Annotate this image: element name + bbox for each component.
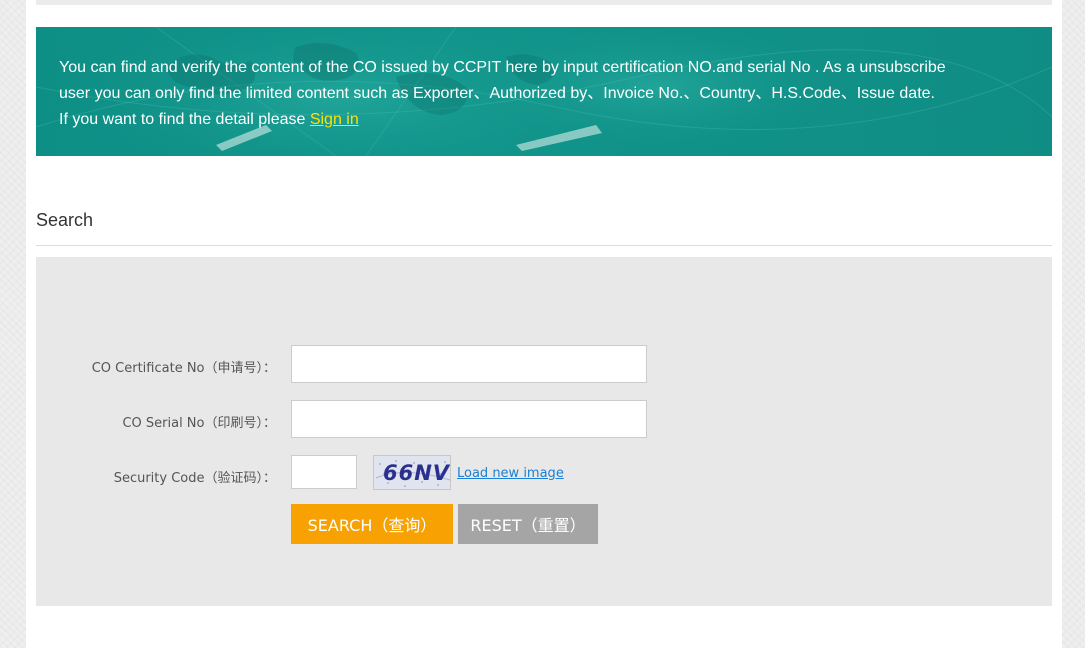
captcha-image[interactable]: 66NV bbox=[373, 455, 451, 490]
reset-button[interactable]: RESET（重置） bbox=[458, 504, 598, 544]
banner-line-1: You can find and verify the content of t… bbox=[59, 59, 946, 76]
serial-no-label: CO Serial No（印刷号）： bbox=[122, 416, 276, 431]
serial-no-input[interactable] bbox=[291, 400, 647, 438]
search-section-title: Search bbox=[36, 210, 94, 230]
section-divider bbox=[36, 245, 1052, 246]
security-code-label: Security Code（验证码）： bbox=[113, 471, 276, 486]
page-container: You can find and verify the content of t… bbox=[26, 0, 1062, 648]
sign-in-link[interactable]: Sign in bbox=[310, 111, 359, 128]
certificate-no-label: CO Certificate No（申请号）： bbox=[91, 361, 276, 376]
certificate-no-input[interactable] bbox=[291, 345, 647, 383]
info-banner: You can find and verify the content of t… bbox=[36, 27, 1052, 156]
search-form-panel: CO Certificate No（申请号）： CO Serial No（印刷号… bbox=[36, 257, 1052, 606]
banner-message: You can find and verify the content of t… bbox=[59, 55, 1034, 133]
security-code-input[interactable] bbox=[291, 455, 357, 489]
search-button[interactable]: SEARCH（查询） bbox=[291, 504, 453, 544]
top-strip bbox=[36, 0, 1052, 5]
load-new-image-link[interactable]: Load new image bbox=[457, 466, 564, 481]
banner-line-2: user you can only find the limited conte… bbox=[59, 85, 935, 102]
banner-line-3: If you want to find the detail please bbox=[59, 111, 310, 128]
captcha-code: 66NV bbox=[383, 461, 451, 485]
